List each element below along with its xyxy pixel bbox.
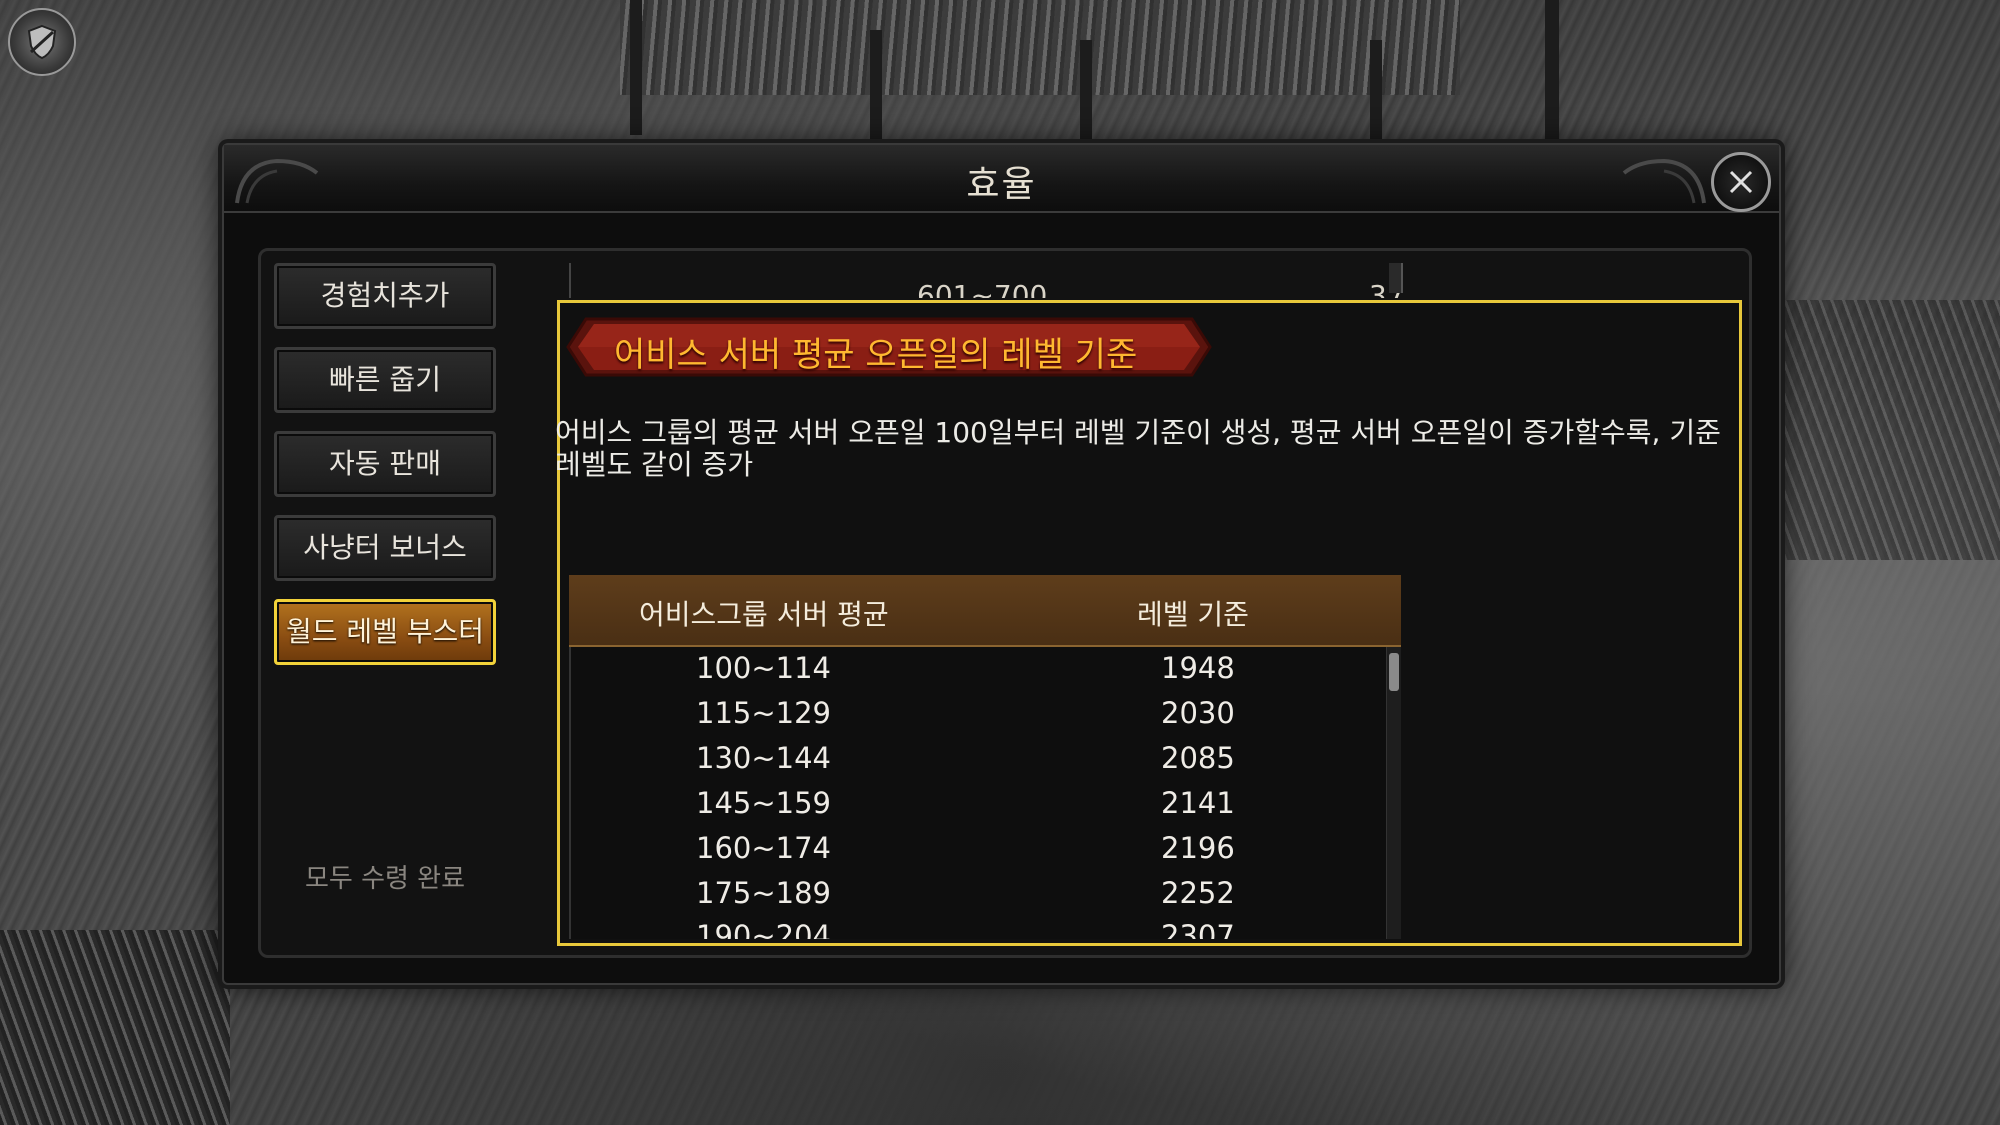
header-ornament: [1622, 158, 1706, 204]
background-grass: [0, 930, 230, 1125]
section-title-banner: 어비스 서버 평균 오픈일의 레벨 기준: [564, 315, 1214, 379]
table-row: 190~204 2307: [571, 915, 1381, 939]
shield-emblem-icon[interactable]: [8, 8, 76, 76]
level-criteria-table: 어비스그룹 서버 평균 레벨 기준 100~114 1948 115~129 2…: [569, 575, 1401, 939]
row-level: 1948: [1161, 651, 1235, 685]
tab-auto-sell[interactable]: 자동 판매: [274, 431, 496, 497]
table-row: 100~114 1948: [571, 647, 1381, 692]
efficiency-dialog: 효율 경험치추가 빠른 줍기 자동 판매 사냥터 보너스 월드 레벨 부스터 모…: [222, 143, 1781, 985]
claim-all-status: 모두 수령 완료: [304, 864, 466, 894]
row-level: 2141: [1161, 786, 1235, 820]
table-header: 어비스그룹 서버 평균 레벨 기준: [569, 575, 1401, 647]
previous-list-scrollbar[interactable]: [1389, 263, 1403, 293]
table-body[interactable]: 100~114 1948 115~129 2030 130~144 2085 1…: [569, 647, 1401, 939]
section-title: 어비스 서버 평균 오픈일의 레벨 기준: [614, 335, 1138, 375]
background-post: [1080, 40, 1092, 140]
row-level: 2085: [1161, 741, 1235, 775]
row-range: 145~159: [696, 786, 832, 820]
background-grass: [1780, 300, 2000, 560]
row-range: 190~204: [696, 919, 832, 939]
column-header-server-average: 어비스그룹 서버 평균: [639, 598, 889, 631]
row-range: 130~144: [696, 741, 832, 775]
section-description: 어비스 그룹의 평균 서버 오픈일 100일부터 레벨 기준이 생성, 평균 서…: [555, 416, 1721, 481]
dialog-title: 효율: [966, 164, 1037, 205]
table-row: 160~174 2196: [571, 827, 1381, 872]
background-post: [1545, 0, 1559, 140]
background-post: [870, 30, 882, 140]
table-row: 145~159 2141: [571, 782, 1381, 827]
row-level: 2196: [1161, 831, 1235, 865]
column-header-level-criteria: 레벨 기준: [1137, 598, 1249, 631]
background-post: [630, 0, 642, 135]
table-row: 175~189 2252: [571, 872, 1381, 917]
background-post: [1370, 40, 1382, 140]
table-row: 130~144 2085: [571, 737, 1381, 782]
table-scrollbar-thumb[interactable]: [1389, 653, 1399, 691]
row-level: 2252: [1161, 876, 1235, 910]
tab-world-level-booster[interactable]: 월드 레벨 부스터: [274, 599, 496, 665]
tab-hunting-ground-bonus[interactable]: 사냥터 보너스: [274, 515, 496, 581]
row-range: 160~174: [696, 831, 832, 865]
close-x-icon: [1729, 170, 1753, 194]
tab-exp-bonus[interactable]: 경험치추가: [274, 263, 496, 329]
row-level: 2030: [1161, 696, 1235, 730]
sidebar: 경험치추가 빠른 줍기 자동 판매 사냥터 보너스 월드 레벨 부스터: [274, 263, 514, 683]
previous-row-range: 601~700: [917, 279, 1048, 298]
row-level: 2307: [1161, 919, 1235, 939]
background-thatch-roof: [620, 0, 1460, 95]
previous-table-row: 601~700 37.50%: [569, 263, 1401, 298]
row-range: 175~189: [696, 876, 832, 910]
tab-quick-pickup[interactable]: 빠른 줍기: [274, 347, 496, 413]
table-row: 115~129 2030: [571, 692, 1381, 737]
row-range: 100~114: [696, 651, 832, 685]
dialog-header: 효율: [224, 145, 1779, 213]
close-button[interactable]: [1711, 152, 1771, 212]
row-range: 115~129: [696, 696, 832, 730]
